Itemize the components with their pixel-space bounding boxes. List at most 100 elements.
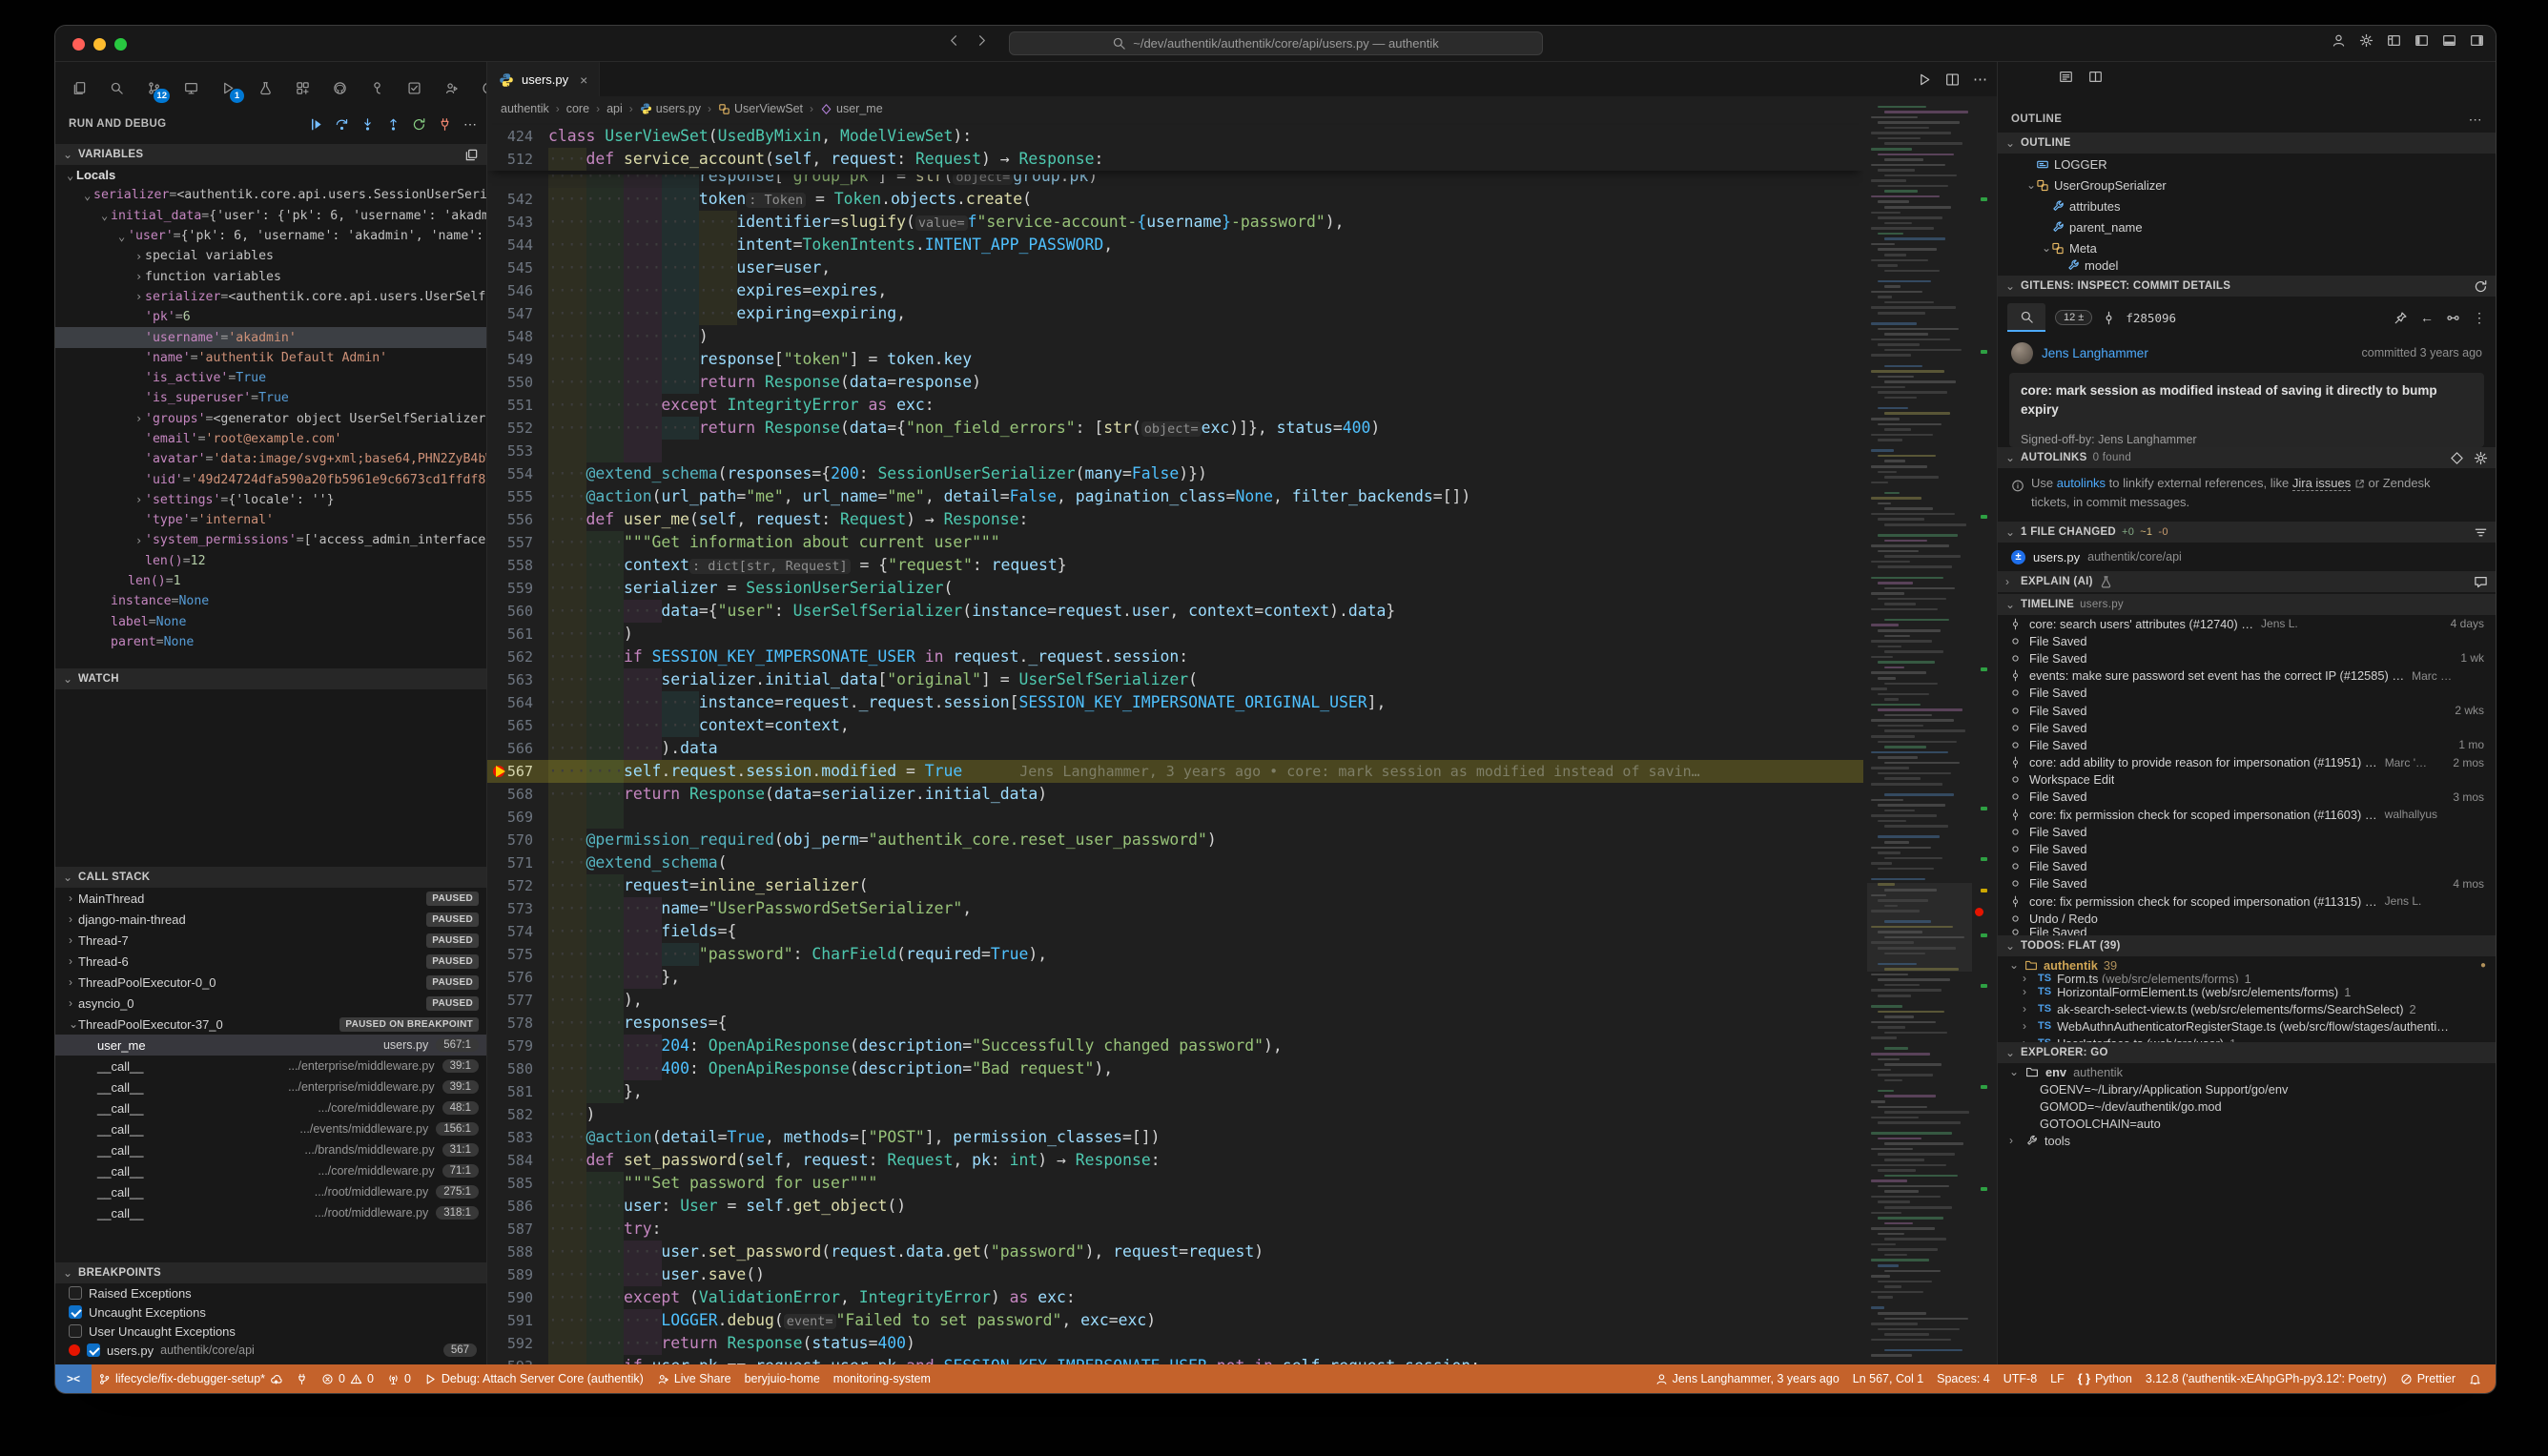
timeline-item[interactable]: File Saved — [1998, 823, 2496, 840]
breakpoint-row[interactable]: users.pyauthentik/core/api567 — [55, 1341, 486, 1360]
variable-row[interactable]: 'type' = 'internal' — [55, 510, 486, 530]
variable-row[interactable]: 'pk' = 6 — [55, 307, 486, 327]
stack-frame[interactable]: user_meusers.py567:1 — [55, 1035, 486, 1056]
status-notifications[interactable] — [2462, 1373, 2488, 1385]
outline-section-header[interactable]: ⌄OUTLINE — [1998, 133, 2496, 154]
status-language-mode[interactable]: { }Python — [2071, 1372, 2139, 1385]
activity-gitlens-button[interactable] — [362, 73, 391, 102]
call-stack-section-header[interactable]: ⌄CALL STACK — [55, 867, 486, 888]
more-actions-icon[interactable]: ⋯ — [2469, 112, 2482, 128]
stack-frame[interactable]: __call__.../core/middleware.py48:1 — [55, 1097, 486, 1118]
timeline-item[interactable]: File Saved2 wks — [1998, 702, 2496, 719]
activity-timeline-button[interactable] — [474, 73, 487, 102]
status-host-monitoring-system[interactable]: monitoring-system — [827, 1364, 937, 1393]
filter-list-icon[interactable] — [2474, 525, 2488, 540]
autolinks-link[interactable]: autolinks — [2057, 476, 2106, 490]
activity-source-control-button[interactable]: 12 — [139, 73, 168, 102]
commit-author[interactable]: Jens Langhammer — [2042, 346, 2148, 360]
timeline-item[interactable]: core: search users' attributes (#12740) … — [1998, 615, 2496, 632]
zoom-window-button[interactable] — [114, 38, 127, 51]
autolinks-section-header[interactable]: ⌄AUTOLINKS 0 found — [1998, 447, 2496, 468]
panel-left-icon[interactable] — [2414, 33, 2429, 48]
variable-row[interactable]: ›'system_permissions' = ['access_admin_i… — [55, 530, 486, 550]
stack-frame[interactable]: __call__.../root/middleware.py318:1 — [55, 1202, 486, 1223]
variable-row[interactable]: ⌄'user' = {'pk': 6, 'username': 'akadmin… — [55, 226, 486, 246]
todo-file-row[interactable]: ›TSWebAuthnAuthenticatorRegisterStage.ts… — [1998, 1017, 2496, 1035]
files-changed-section-header[interactable]: ⌄1 FILE CHANGED +0 ~1 -0 — [1998, 522, 2496, 543]
split-editor-icon[interactable] — [1945, 72, 1960, 87]
activity-search-button[interactable] — [102, 73, 131, 102]
variable-row[interactable]: ⌄initial_data = {'user': {'pk': 6, 'user… — [55, 206, 486, 226]
aux-action-1-icon[interactable] — [2059, 70, 2073, 84]
breakpoint-row[interactable]: Raised Exceptions — [55, 1283, 486, 1302]
explain-ai-section-header[interactable]: ›EXPLAIN (AI) — [1998, 571, 2496, 592]
call-stack-thread[interactable]: ›django-main-threadPAUSED — [55, 909, 486, 930]
status-debug-session[interactable]: Debug: Attach Server Core (authentik) — [418, 1364, 650, 1393]
layout-icon[interactable] — [2387, 33, 2401, 48]
variable-row[interactable]: ›serializer = <authentik.core.api.users.… — [55, 287, 486, 307]
tab-users-py[interactable]: users.py × — [487, 62, 600, 96]
debug-step-out-icon[interactable] — [386, 117, 401, 132]
variable-row[interactable]: 'email' = 'root@example.com' — [55, 429, 486, 449]
status-prettier[interactable]: Prettier — [2394, 1372, 2462, 1385]
comment-ai-icon[interactable] — [2474, 575, 2488, 589]
status-live-share[interactable]: Live Share — [650, 1364, 738, 1393]
breadcrumb-item[interactable]: api — [606, 102, 623, 115]
gear-icon[interactable] — [2359, 33, 2373, 48]
variable-row[interactable]: ›'groups' = <generator object UserSelfSe… — [55, 409, 486, 429]
stack-frame[interactable]: __call__.../brands/middleware.py31:1 — [55, 1139, 486, 1160]
activity-extensions-button[interactable] — [288, 73, 317, 102]
close-window-button[interactable] — [72, 38, 85, 51]
run-icon[interactable] — [1918, 72, 1932, 87]
timeline-item[interactable]: Undo / Redo — [1998, 910, 2496, 927]
timeline-item[interactable]: Workspace Edit — [1998, 771, 2496, 789]
activity-todo-tree-button[interactable] — [400, 73, 428, 102]
variable-row[interactable]: ⌄Locals — [55, 165, 486, 185]
gitlens-search-commit-button[interactable] — [2007, 303, 2045, 332]
debug-step-over-icon[interactable] — [335, 117, 349, 132]
variable-row[interactable]: ›'settings' = {'locale': ''} — [55, 490, 486, 510]
more-actions-icon[interactable]: ⋯ — [1973, 71, 1987, 88]
account-icon[interactable] — [2332, 33, 2346, 48]
todos-section-header[interactable]: ⌄TODOS: FLAT (39) — [1998, 935, 2496, 956]
todo-file-row[interactable]: ›TSHorizontalFormElement.ts (web/src/ele… — [1998, 983, 2496, 1000]
breadcrumb-item[interactable]: UserViewSet — [718, 102, 803, 115]
activity-live-share-button[interactable] — [437, 73, 465, 102]
outline-item[interactable]: attributes — [1998, 195, 2496, 216]
outline-item[interactable]: LOGGER — [1998, 154, 2496, 174]
stack-frame[interactable]: __call__.../root/middleware.py275:1 — [55, 1181, 486, 1202]
activity-remote-explorer-button[interactable] — [176, 73, 205, 102]
stack-frame[interactable]: __call__.../enterprise/middleware.py39:1 — [55, 1077, 486, 1097]
variable-row[interactable]: 'name' = 'authentik Default Admin' — [55, 348, 486, 368]
variable-row[interactable]: instance = None — [55, 591, 486, 611]
timeline-item[interactable]: File Saved4 mos — [1998, 875, 2496, 892]
close-tab-icon[interactable]: × — [580, 72, 587, 88]
aux-action-2-icon[interactable] — [2088, 70, 2103, 84]
timeline-item[interactable]: File Saved — [1998, 719, 2496, 736]
breakpoint-row[interactable]: Uncaught Exceptions — [55, 1302, 486, 1322]
todo-file-row[interactable]: ›TSak-search-select-view.ts (web/src/ele… — [1998, 1000, 2496, 1017]
code-editor[interactable]: ················response["group_pk"] = s… — [487, 121, 1863, 1364]
call-stack-thread[interactable]: ⌄ThreadPoolExecutor-37_0PAUSED ON BREAKP… — [55, 1014, 486, 1035]
todo-file-row[interactable]: ›TSForm.ts (web/src/elements/forms)1 — [1998, 974, 2496, 983]
activity-github-button[interactable] — [325, 73, 354, 102]
command-center[interactable]: ~/dev/authentik/authentik/core/api/users… — [1009, 31, 1543, 55]
timeline-item[interactable]: core: fix permission check for scoped im… — [1998, 806, 2496, 823]
variable-row[interactable]: ⌄serializer = <authentik.core.api.users.… — [55, 185, 486, 205]
variable-row[interactable]: 'avatar' = 'data:image/svg+xml;base64,PH… — [55, 449, 486, 469]
variables-section-header[interactable]: ⌄VARIABLES — [55, 144, 486, 165]
debug-disconnect-icon[interactable] — [438, 117, 452, 132]
variable-row[interactable]: 'uid' = '49d24724dfa590a20fb5961e9c6673c… — [55, 469, 486, 489]
variable-row[interactable]: ›function variables — [55, 266, 486, 286]
timeline-item[interactable]: File Saved — [1998, 858, 2496, 875]
explorer-go-section-header[interactable]: ⌄EXPLORER: GO — [1998, 1042, 2496, 1063]
breakpoint-checkbox[interactable] — [69, 1286, 82, 1300]
status-python-interpreter[interactable]: 3.12.8 ('authentik-xEAhpGPh-py3.12': Poe… — [2139, 1372, 2394, 1385]
variable-row[interactable]: len() = 12 — [55, 551, 486, 571]
watch-section-header[interactable]: ⌄WATCH — [55, 668, 486, 689]
stack-frame[interactable]: __call__.../events/middleware.py156:1 — [55, 1118, 486, 1139]
timeline-item[interactable]: File Saved1 mo — [1998, 736, 2496, 753]
jira-issues-link[interactable]: Jira issues — [2292, 476, 2351, 491]
breadcrumb-item[interactable]: authentik — [501, 102, 549, 115]
activity-testing-button[interactable] — [251, 73, 279, 102]
